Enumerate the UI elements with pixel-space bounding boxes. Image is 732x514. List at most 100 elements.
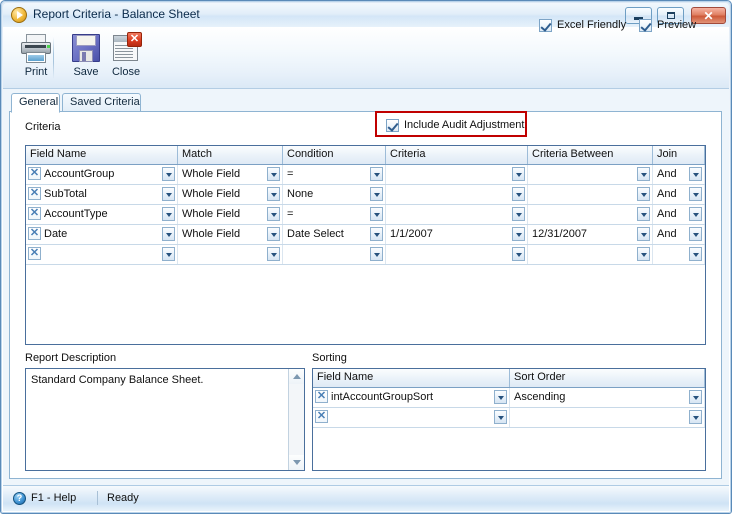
cell-criteria-between[interactable] xyxy=(528,165,653,184)
chevron-down-icon[interactable] xyxy=(512,167,525,181)
cell-criteria[interactable] xyxy=(386,205,528,224)
cell-condition[interactable]: = xyxy=(283,165,386,184)
delete-row-icon[interactable]: ✕ xyxy=(28,187,41,200)
column-header-condition[interactable]: Condition xyxy=(283,146,386,164)
cell-condition[interactable]: Date Select xyxy=(283,225,386,244)
cell-join[interactable] xyxy=(653,245,705,264)
chevron-down-icon[interactable] xyxy=(637,187,650,201)
chevron-down-icon[interactable] xyxy=(370,247,383,261)
cell-field-name[interactable]: ✕ AccountType xyxy=(26,205,178,224)
cell-match[interactable] xyxy=(178,245,283,264)
table-row[interactable]: ✕ SubTotal Whole Field None And xyxy=(26,185,705,205)
chevron-down-icon[interactable] xyxy=(512,207,525,221)
chevron-down-icon[interactable] xyxy=(370,167,383,181)
chevron-down-icon[interactable] xyxy=(267,187,280,201)
cell-join[interactable]: And xyxy=(653,205,705,224)
cell-criteria[interactable] xyxy=(386,165,528,184)
delete-row-icon[interactable]: ✕ xyxy=(28,247,41,260)
chevron-down-icon[interactable] xyxy=(689,390,702,404)
cell-criteria[interactable]: 1/1/2007 xyxy=(386,225,528,244)
table-row[interactable]: ✕ AccountGroup Whole Field = And xyxy=(26,165,705,185)
excel-friendly-checkbox[interactable]: Excel Friendly xyxy=(539,17,626,33)
table-row[interactable]: ✕ Date Whole Field Date Select 1/1/2007 … xyxy=(26,225,705,245)
preview-checkbox[interactable]: Preview xyxy=(639,17,696,33)
cell-criteria-between[interactable] xyxy=(528,205,653,224)
chevron-down-icon[interactable] xyxy=(267,207,280,221)
chevron-down-icon[interactable] xyxy=(370,187,383,201)
tab-general[interactable]: General xyxy=(11,93,60,113)
print-button[interactable]: Print xyxy=(9,31,63,85)
cell-criteria-between[interactable]: 12/31/2007 xyxy=(528,225,653,244)
cell-criteria[interactable] xyxy=(386,245,528,264)
delete-row-icon[interactable]: ✕ xyxy=(28,167,41,180)
column-header-match[interactable]: Match xyxy=(178,146,283,164)
cell-match[interactable]: Whole Field xyxy=(178,185,283,204)
chevron-down-icon[interactable] xyxy=(162,187,175,201)
delete-row-icon[interactable]: ✕ xyxy=(28,227,41,240)
include-audit-adjustment-checkbox[interactable]: Include Audit Adjustment xyxy=(386,117,524,133)
table-row[interactable]: ✕ AccountType Whole Field = And xyxy=(26,205,705,225)
delete-row-icon[interactable]: ✕ xyxy=(315,390,328,403)
chevron-down-icon[interactable] xyxy=(689,227,702,241)
chevron-down-icon[interactable] xyxy=(494,410,507,424)
table-row[interactable]: ✕ xyxy=(26,245,705,265)
cell-criteria-between[interactable] xyxy=(528,245,653,264)
chevron-down-icon[interactable] xyxy=(637,167,650,181)
column-header-sort-field-name[interactable]: Field Name xyxy=(313,369,510,387)
cell-match[interactable]: Whole Field xyxy=(178,205,283,224)
cell-field-name[interactable]: ✕ AccountGroup xyxy=(26,165,178,184)
column-header-sort-order[interactable]: Sort Order xyxy=(510,369,705,387)
cell-join[interactable]: And xyxy=(653,165,705,184)
chevron-down-icon[interactable] xyxy=(689,207,702,221)
cell-sort-order[interactable]: Ascending xyxy=(510,388,705,407)
chevron-down-icon[interactable] xyxy=(637,227,650,241)
column-header-join[interactable]: Join xyxy=(653,146,705,164)
tab-saved-criteria[interactable]: Saved Criteria xyxy=(62,93,141,112)
cell-field-name[interactable]: ✕ SubTotal xyxy=(26,185,178,204)
cell-condition[interactable]: = xyxy=(283,205,386,224)
cell-sort-field-name[interactable]: ✕ xyxy=(313,408,510,427)
report-description-textarea[interactable]: Standard Company Balance Sheet. xyxy=(25,368,305,471)
delete-row-icon[interactable]: ✕ xyxy=(28,207,41,220)
chevron-down-icon[interactable] xyxy=(689,167,702,181)
chevron-down-icon[interactable] xyxy=(370,207,383,221)
chevron-down-icon[interactable] xyxy=(637,247,650,261)
chevron-down-icon[interactable] xyxy=(689,410,702,424)
cell-criteria[interactable] xyxy=(386,185,528,204)
cell-field-name[interactable]: ✕ Date xyxy=(26,225,178,244)
chevron-down-icon[interactable] xyxy=(267,167,280,181)
cell-join[interactable]: And xyxy=(653,185,705,204)
chevron-down-icon[interactable] xyxy=(370,227,383,241)
chevron-down-icon[interactable] xyxy=(512,187,525,201)
chevron-down-icon[interactable] xyxy=(162,167,175,181)
table-row[interactable]: ✕ xyxy=(313,408,705,428)
help-label[interactable]: F1 - Help xyxy=(31,492,76,504)
scroll-up-icon[interactable] xyxy=(289,369,304,384)
chevron-down-icon[interactable] xyxy=(267,247,280,261)
chevron-down-icon[interactable] xyxy=(494,390,507,404)
chevron-down-icon[interactable] xyxy=(689,247,702,261)
chevron-down-icon[interactable] xyxy=(512,227,525,241)
close-button[interactable]: ✕ Close xyxy=(99,31,153,85)
cell-sort-order[interactable] xyxy=(510,408,705,427)
cell-field-name[interactable]: ✕ xyxy=(26,245,178,264)
cell-criteria-between[interactable] xyxy=(528,185,653,204)
chevron-down-icon[interactable] xyxy=(162,207,175,221)
chevron-down-icon[interactable] xyxy=(689,187,702,201)
report-description-scrollbar[interactable] xyxy=(288,369,304,470)
help-circle-icon[interactable]: ? xyxy=(13,492,26,505)
chevron-down-icon[interactable] xyxy=(637,207,650,221)
cell-match[interactable]: Whole Field xyxy=(178,165,283,184)
chevron-down-icon[interactable] xyxy=(267,227,280,241)
table-row[interactable]: ✕ intAccountGroupSort Ascending xyxy=(313,388,705,408)
cell-match[interactable]: Whole Field xyxy=(178,225,283,244)
delete-row-icon[interactable]: ✕ xyxy=(315,410,328,423)
chevron-down-icon[interactable] xyxy=(162,227,175,241)
column-header-criteria-between[interactable]: Criteria Between xyxy=(528,146,653,164)
column-header-criteria[interactable]: Criteria xyxy=(386,146,528,164)
close-window-button[interactable]: ✕ xyxy=(691,7,726,24)
cell-join[interactable]: And xyxy=(653,225,705,244)
chevron-down-icon[interactable] xyxy=(162,247,175,261)
scroll-down-icon[interactable] xyxy=(289,455,304,470)
cell-sort-field-name[interactable]: ✕ intAccountGroupSort xyxy=(313,388,510,407)
